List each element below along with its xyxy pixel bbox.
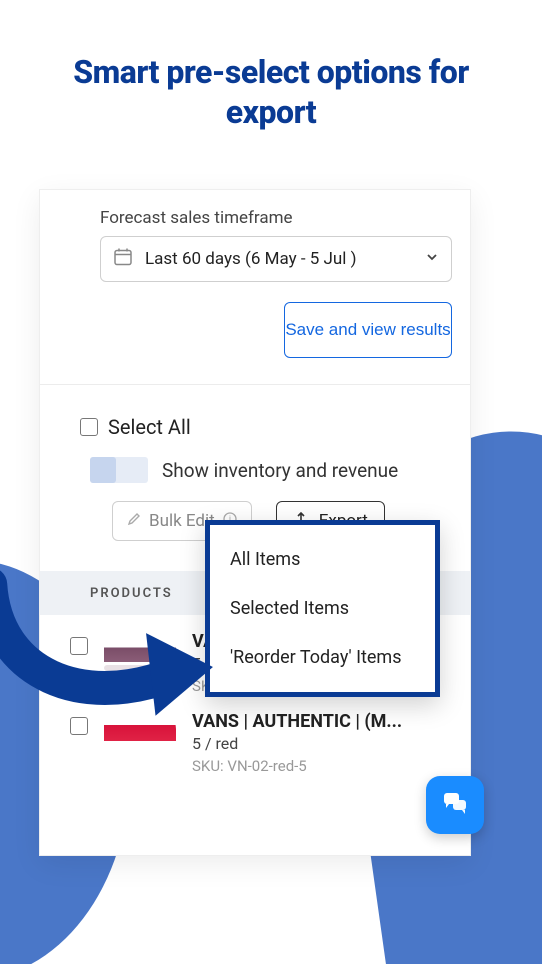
chevron-down-icon — [425, 249, 439, 269]
page-headline: Smart pre-select options for export — [0, 0, 542, 132]
select-all-checkbox[interactable] — [80, 418, 98, 436]
calendar-icon — [113, 247, 133, 272]
product-variant: 5 / red — [192, 734, 452, 753]
inventory-revenue-toggle[interactable] — [90, 457, 148, 483]
pencil-icon — [127, 511, 141, 531]
timeframe-select[interactable]: Last 60 days (6 May - 5 Jul ) — [100, 236, 452, 282]
save-view-results-button[interactable]: Save and view results — [284, 302, 452, 358]
product-sku: SKU: VN-02-red-5 — [192, 757, 452, 775]
timeframe-label: Forecast sales timeframe — [100, 208, 452, 228]
chat-icon — [440, 788, 470, 822]
select-all-label: Select All — [108, 415, 191, 439]
inventory-revenue-label: Show inventory and revenue — [162, 459, 398, 482]
dropdown-item-reorder[interactable]: 'Reorder Today' Items — [210, 633, 435, 682]
divider — [40, 384, 470, 385]
chat-widget-button[interactable] — [426, 776, 484, 834]
dropdown-item-selected[interactable]: Selected Items — [210, 584, 435, 633]
export-dropdown: All Items Selected Items 'Reorder Today'… — [205, 520, 440, 697]
timeframe-value: Last 60 days (6 May - 5 Jul ) — [145, 249, 357, 269]
dropdown-item-all[interactable]: All Items — [210, 535, 435, 584]
